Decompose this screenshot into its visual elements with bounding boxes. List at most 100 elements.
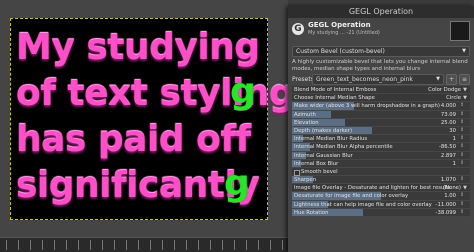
dialog-header: G GEGL Operation My studying ... -21 (Un… — [288, 18, 474, 45]
spin-arrows-icon[interactable]: ⇕ — [460, 136, 468, 141]
canvas-text-line-4: significantly — [16, 165, 260, 206]
param-label: Image file Overlay - Desaturate and ligh… — [294, 185, 451, 192]
param-slider[interactable]: Elevation 25.00 ⇕ — [292, 118, 470, 127]
param-slider[interactable]: Make wider (above 3 will harm dropshadow… — [292, 102, 470, 111]
chevron-down-icon: ▼ — [462, 48, 466, 54]
layer-thumbnail — [450, 21, 470, 41]
param-label: Internal Median Blur Alpha percentile — [294, 144, 393, 151]
param-value: Color Dodge — [428, 87, 461, 93]
spin-arrows-icon[interactable]: ⇕ — [460, 209, 468, 215]
ruler-tick — [30, 240, 31, 250]
param-label: Sharpen — [294, 177, 317, 184]
param-label: Desaturate for image file and color over… — [294, 193, 409, 200]
checkbox-box[interactable] — [294, 169, 300, 176]
ruler-tick — [114, 240, 115, 250]
param-value: 4.000 — [440, 103, 456, 110]
param-dropdown[interactable]: Blend Mode of Internal Emboss Color Dodge… — [292, 86, 470, 95]
dialog-title-bar[interactable]: GEGL Operation — [288, 6, 474, 18]
ruler-tick — [234, 240, 235, 250]
presets-label: Presets: — [292, 75, 316, 83]
param-value: 30 — [449, 127, 456, 134]
ruler-tick — [198, 240, 199, 250]
param-label: Smooth bevel — [301, 168, 338, 175]
parameter-list: Blend Mode of Internal Emboss Color Dodge… — [288, 86, 474, 217]
spin-arrows-icon[interactable]: ⇕ — [460, 177, 468, 182]
param-slider[interactable]: Desaturate for image file and color over… — [292, 192, 470, 201]
ruler-tick — [186, 240, 187, 250]
param-label: Hue Rotation — [294, 209, 329, 216]
param-label: Make wider (above 3 will harm dropshadow… — [294, 103, 440, 110]
add-preset-button[interactable]: + — [446, 73, 457, 85]
operation-title: GEGL Operation — [308, 21, 371, 29]
param-value: -86.50 — [438, 144, 456, 151]
param-slider[interactable]: Internal Median Blur Alpha percentile -86… — [292, 143, 470, 152]
gegl-operation-dialog: GEGL Operation G GEGL Operation My study… — [288, 6, 474, 252]
spin-arrows-icon[interactable]: ⇕ — [460, 127, 468, 133]
spin-arrows-icon[interactable]: ⇕ — [460, 119, 468, 125]
preset-menu-button[interactable]: ≡ — [459, 73, 470, 85]
param-slider[interactable]: Internal Median Blur Radius 1 ⇕ — [292, 135, 470, 144]
chevron-down-icon: ▼ — [463, 87, 467, 93]
image-canvas[interactable]: My studying of text styling has paid off… — [10, 18, 288, 220]
operation-description: A highly customizable bevel that lets yo… — [292, 59, 468, 72]
ruler-tick — [258, 240, 259, 250]
ruler-tick — [138, 240, 139, 250]
param-label: Elevation — [294, 119, 319, 126]
ruler-tick — [210, 240, 211, 250]
ruler-tick — [6, 240, 7, 250]
param-slider[interactable]: Hue Rotation -38.099 ⇕ — [292, 208, 470, 217]
gimp-g-icon: G — [292, 23, 304, 35]
ruler-tick — [150, 240, 151, 250]
ruler-tick — [102, 240, 103, 250]
ruler-tick — [18, 240, 19, 250]
spin-arrows-icon[interactable]: ⇕ — [460, 103, 468, 108]
param-slider[interactable]: Sharpen 1.070 ⇕ — [292, 176, 470, 185]
spin-arrows-icon[interactable]: ⇕ — [460, 193, 468, 198]
param-label: Azimuth — [294, 111, 316, 118]
presets-value: Green_text_becomes_neon_pink — [316, 75, 413, 83]
ruler-tick — [222, 240, 223, 250]
presets-select[interactable]: Green_text_becomes_neon_pink ▼ — [312, 73, 444, 85]
param-label: Lightness that can help image file and c… — [294, 201, 432, 208]
param-value: 1.00 — [444, 193, 456, 200]
presets-row: Presets: Green_text_becomes_neon_pink ▼ … — [292, 73, 470, 85]
param-slider[interactable]: Internal Box Blur 1 ⇕ — [292, 159, 470, 168]
spin-arrows-icon[interactable]: ⇕ — [460, 111, 468, 117]
spin-arrows-icon[interactable]: ⇕ — [460, 144, 468, 149]
param-value: 2.897 — [440, 152, 456, 159]
ruler-tick — [90, 240, 91, 250]
ruler-tick — [126, 240, 127, 250]
ruler-tick — [66, 240, 67, 250]
spin-arrows-icon[interactable]: ⇕ — [460, 201, 468, 207]
canvas-text-line-1: My studying — [16, 27, 260, 68]
canvas-text-line-3: has paid off — [16, 119, 251, 160]
spin-arrows-icon[interactable]: ⇕ — [460, 160, 468, 166]
operation-select[interactable]: Custom Bevel (custom-bevel) ▼ — [292, 46, 470, 57]
spin-arrows-icon[interactable]: ⇕ — [460, 152, 468, 158]
image-canvas-area[interactable]: My studying of text styling has paid off… — [0, 0, 288, 252]
param-value: -38.099 — [435, 209, 456, 216]
chevron-down-icon: ▼ — [436, 75, 440, 82]
operation-select-value: Custom Bevel (custom-bevel) — [296, 48, 385, 55]
ruler-tick — [270, 240, 271, 250]
param-checkbox[interactable]: Smooth bevel — [292, 167, 470, 177]
ruler-tick — [162, 240, 163, 250]
param-slider[interactable]: Depth (makes darker) 30 ⇕ — [292, 126, 470, 136]
param-label: Internal Gaussian Blur — [294, 152, 353, 159]
param-slider[interactable]: Azimuth 73.09 ⇕ — [292, 110, 470, 119]
ruler-tick — [282, 240, 283, 250]
param-value: 1 — [452, 136, 456, 143]
ruler-tick — [78, 240, 79, 250]
chevron-down-icon: ▼ — [463, 185, 467, 192]
param-value: 1.070 — [440, 177, 456, 184]
param-value: Circle — [446, 95, 461, 102]
param-value: -11.000 — [435, 201, 456, 208]
ruler-tick — [54, 240, 55, 250]
param-label: Internal Median Blur Radius — [294, 136, 368, 143]
param-dropdown[interactable]: Image file Overlay - Desaturate and ligh… — [292, 184, 470, 193]
param-value: 25.00 — [440, 119, 456, 126]
param-slider[interactable]: Lightness that can help image file and c… — [292, 200, 470, 209]
param-dropdown[interactable]: Choose Internal Median Shape Circle ▼ — [292, 94, 470, 103]
param-label: Blend Mode of Internal Emboss — [294, 87, 377, 93]
param-slider[interactable]: Internal Gaussian Blur 2.897 ⇕ — [292, 151, 470, 160]
